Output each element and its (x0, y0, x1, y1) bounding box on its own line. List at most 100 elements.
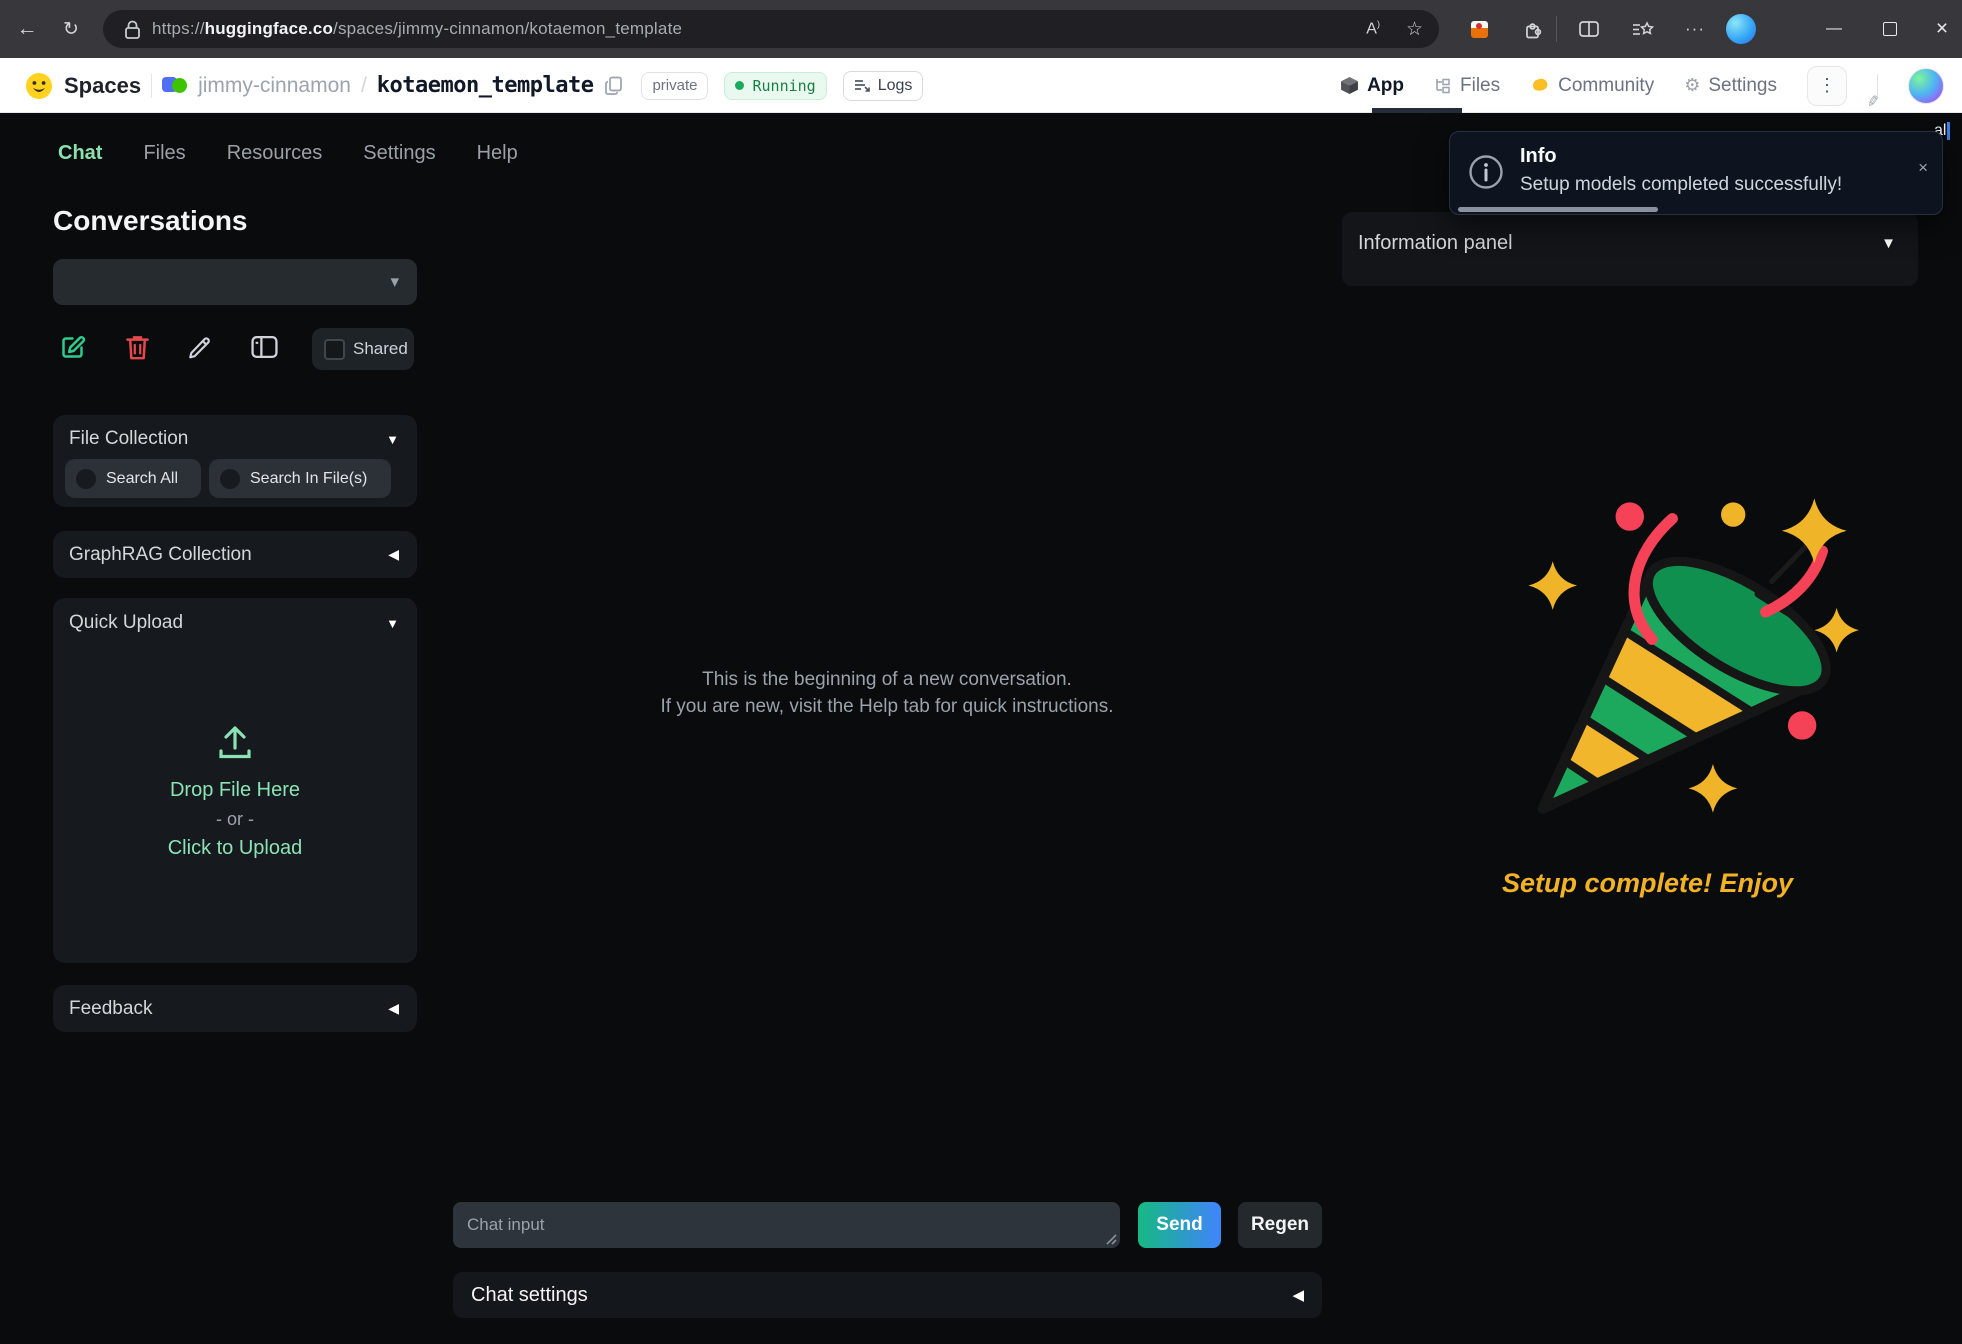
collapse-left-icon: ◀ (1292, 1286, 1304, 1304)
browser-refresh-button[interactable]: ↻ (54, 12, 88, 46)
information-panel-title: Information panel (1358, 232, 1513, 255)
chevron-down-icon: ▾ (390, 272, 399, 292)
window-maximize-button[interactable] (1870, 12, 1910, 46)
feedback-header[interactable]: Feedback ◀ (53, 985, 417, 1032)
drop-file-label: Drop File Here (53, 779, 417, 802)
cube-icon (1340, 76, 1359, 95)
upload-dropzone[interactable]: Drop File Here - or - Click to Upload (53, 718, 417, 860)
file-collection-panel: File Collection ▼ Search All Search In F… (53, 415, 417, 507)
party-popper-image (1500, 472, 1865, 837)
split-screen-icon[interactable] (1572, 12, 1606, 46)
collapse-down-icon: ▼ (1881, 235, 1896, 252)
new-conversation-button[interactable] (57, 332, 87, 362)
conversation-select[interactable]: ▾ (53, 259, 417, 305)
checkbox-icon (324, 339, 345, 360)
copilot-icon[interactable] (1726, 14, 1756, 44)
huggingface-header: Spaces jimmy-cinnamon / kotaemon_templat… (0, 58, 1962, 113)
click-to-upload-link[interactable]: Click to Upload (53, 837, 417, 860)
graphrag-title: GraphRAG Collection (69, 544, 252, 566)
header-divider (151, 74, 152, 98)
chat-settings-header[interactable]: Chat settings ◀ (453, 1272, 1322, 1318)
favorites-bar-icon[interactable] (1626, 12, 1660, 46)
toast-title: Info (1520, 145, 1557, 168)
logs-button[interactable]: Logs (843, 71, 924, 101)
favorite-star-icon[interactable]: ☆ (1406, 18, 1423, 41)
tab-settings[interactable]: Settings (363, 142, 435, 165)
radio-search-in-files[interactable]: Search In File(s) (209, 459, 391, 498)
upload-icon (212, 718, 258, 764)
collapse-left-icon: ◀ (388, 546, 399, 563)
running-status-badge[interactable]: Running (724, 72, 826, 100)
shared-checkbox[interactable]: Shared (312, 328, 414, 370)
screen: ← ↻ https://huggingface.co/spaces/jimmy-… (0, 0, 1962, 1344)
toast-close-button[interactable]: × (1918, 158, 1928, 178)
space-logo-icon (162, 74, 188, 98)
celebration-text: Setup complete! Enjoy (1465, 868, 1830, 899)
extensions-icon[interactable] (1516, 12, 1550, 46)
feedback-title: Feedback (69, 998, 152, 1020)
toggle-panel-button[interactable] (249, 332, 279, 362)
spaces-brand[interactable]: Spaces (64, 73, 141, 99)
information-panel-header[interactable]: Information panel ▼ (1342, 212, 1918, 255)
owner-repo-separator: / (361, 74, 367, 98)
pencil-icon (187, 334, 213, 360)
space-nav-settings[interactable]: ⚙ Settings (1684, 75, 1777, 97)
clipped-edge-bar (1947, 122, 1950, 140)
settings-more-icon[interactable]: ··· (1678, 12, 1712, 46)
tab-chat[interactable]: Chat (58, 142, 102, 165)
user-avatar[interactable] (1908, 68, 1944, 104)
browser-titlebar: ← ↻ https://huggingface.co/spaces/jimmy-… (0, 0, 1962, 58)
active-nav-underline (1372, 108, 1462, 113)
quick-upload-header[interactable]: Quick Upload ▼ (53, 598, 417, 634)
huggingface-logo-icon[interactable] (24, 71, 54, 101)
edit-new-icon (59, 334, 86, 361)
radio-circle-icon (220, 469, 240, 489)
or-label: - or - (53, 809, 417, 830)
radio-search-in-files-label: Search In File(s) (250, 470, 367, 488)
regen-button[interactable]: Regen (1238, 1202, 1322, 1248)
information-panel: Information panel ▼ (1342, 212, 1918, 286)
gear-icon: ⚙ (1684, 75, 1700, 96)
url-text: https://huggingface.co/spaces/jimmy-cinn… (152, 19, 682, 39)
toast-progress-bar (1458, 207, 1658, 212)
resize-handle-icon[interactable] (1104, 1232, 1117, 1245)
file-collection-header[interactable]: File Collection ▼ (53, 415, 417, 450)
space-owner-link[interactable]: jimmy-cinnamon (198, 74, 351, 98)
lock-icon (125, 20, 140, 39)
radio-circle-icon (76, 469, 96, 489)
side-panel-icon (251, 335, 278, 359)
space-nav-app[interactable]: App (1340, 75, 1404, 97)
private-badge: private (641, 72, 708, 100)
space-repo-link[interactable]: kotaemon_template (377, 73, 594, 98)
delete-conversation-button[interactable] (122, 332, 152, 362)
conversations-title: Conversations (53, 205, 248, 237)
tab-resources[interactable]: Resources (227, 142, 323, 165)
tab-files[interactable]: Files (143, 142, 185, 165)
copy-repo-icon[interactable] (605, 76, 623, 96)
toast-message: Setup models completed successfully! (1520, 174, 1842, 196)
window-close-button[interactable]: × (1922, 12, 1962, 46)
chat-input[interactable] (453, 1202, 1120, 1248)
browser-back-button[interactable]: ← (10, 12, 44, 46)
radio-search-all[interactable]: Search All (65, 459, 201, 498)
info-toast: Info Setup models completed successfully… (1449, 131, 1943, 215)
send-button[interactable]: Send (1138, 1202, 1221, 1248)
rename-conversation-button[interactable] (185, 332, 215, 362)
window-minimize-button[interactable]: — (1814, 12, 1854, 46)
empty-line-1: This is the beginning of a new conversat… (453, 666, 1321, 693)
space-more-button[interactable]: ⋮ (1807, 66, 1847, 106)
trash-icon (125, 334, 150, 361)
collapse-down-icon: ▼ (386, 432, 399, 447)
quick-upload-panel: Quick Upload ▼ Drop File Here - or - Cli… (53, 598, 417, 963)
info-icon (1468, 154, 1504, 190)
space-nav-files[interactable]: Files (1434, 75, 1500, 97)
toolbar-divider (1556, 16, 1557, 42)
graphrag-collection-header[interactable]: GraphRAG Collection ◀ (53, 531, 417, 578)
browser-essentials-icon[interactable] (1462, 12, 1496, 46)
address-bar[interactable]: https://huggingface.co/spaces/jimmy-cinn… (103, 10, 1439, 48)
read-aloud-icon[interactable]: A) (1366, 19, 1380, 38)
chat-settings-title: Chat settings (471, 1284, 588, 1307)
space-nav-community[interactable]: Community (1530, 75, 1654, 97)
files-tree-icon (1434, 77, 1452, 94)
tab-help[interactable]: Help (477, 142, 518, 165)
